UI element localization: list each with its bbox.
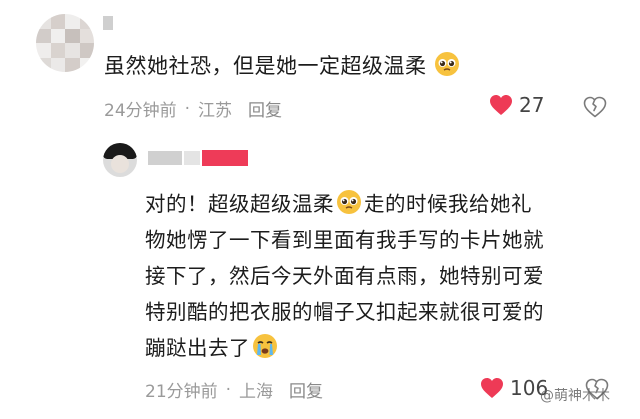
- avatar-face: [111, 155, 129, 173]
- text-segment: 蹦跶出去了: [145, 336, 250, 360]
- text-segment: 走的时候我给她礼: [364, 192, 532, 216]
- location: 江苏: [198, 101, 233, 121]
- avatar[interactable]: [36, 14, 94, 72]
- separator-dot: ·: [225, 379, 232, 400]
- reply-button[interactable]: 回复: [289, 377, 323, 402]
- comment-text: 虽然她社恐，但是她一定超级温柔: [104, 50, 460, 80]
- comment-line: 物她愣了一下看到里面有我手写的卡片她就: [145, 228, 544, 252]
- watermark-text: @萌神木木: [540, 388, 610, 404]
- username-blurred[interactable]: [148, 150, 248, 166]
- comment-meta: 21分钟前 · 上海 回复: [145, 377, 323, 403]
- heart-icon: [490, 95, 512, 115]
- timestamp: 24分钟前: [104, 101, 177, 121]
- watermark: @萌神木木: [540, 385, 610, 405]
- like-button[interactable]: 106: [480, 376, 548, 400]
- like-button[interactable]: 27: [489, 93, 544, 117]
- crying-face-icon: [253, 334, 277, 358]
- username-blurred[interactable]: [103, 16, 113, 30]
- pleading-face-icon: [337, 190, 361, 214]
- separator-dot: ·: [184, 98, 191, 119]
- comment-line: 蹦跶出去了: [145, 330, 544, 366]
- heart-icon: [481, 378, 503, 398]
- comment-text: 对的！超级超级温柔 走的时候我给她礼 物她愣了一下看到里面有我手写的卡片她就 接…: [145, 186, 544, 366]
- comment-text-content: 虽然她社恐，但是她一定超级温柔: [104, 54, 427, 78]
- like-count: 27: [519, 93, 545, 117]
- text-segment: 对的！超级超级温柔: [145, 192, 334, 216]
- avatar[interactable]: [103, 143, 137, 177]
- comment-line: 特别酷的把衣服的帽子又扣起来就很可爱的: [145, 300, 544, 324]
- comment-meta: 24分钟前 · 江苏 回复: [104, 96, 282, 122]
- pleading-face-icon: [434, 52, 459, 76]
- reply-button[interactable]: 回复: [248, 96, 282, 121]
- timestamp: 21分钟前: [145, 382, 218, 402]
- dislike-icon[interactable]: [583, 96, 607, 118]
- comment-line: 接下了，然后今天外面有点雨，她特别可爱: [145, 264, 544, 288]
- comment-line: 对的！超级超级温柔 走的时候我给她礼: [145, 186, 544, 222]
- location: 上海: [239, 382, 274, 402]
